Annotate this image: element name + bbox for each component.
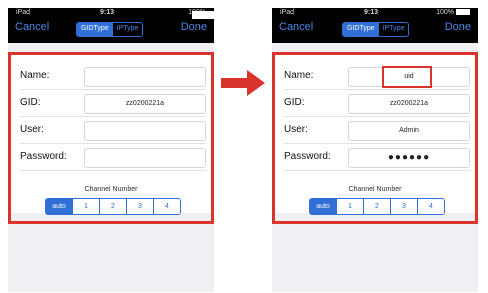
status-carrier: iPad — [280, 9, 295, 16]
type-segmented-control[interactable]: GIDType IPType — [342, 22, 410, 37]
segment-gidtype[interactable]: GIDType — [77, 23, 113, 36]
status-battery: 100% — [436, 9, 470, 16]
segment-gidtype[interactable]: GIDType — [343, 23, 379, 36]
nav-bar: Cancel GIDType IPType Done — [8, 18, 214, 40]
cancel-button[interactable]: Cancel — [15, 21, 49, 33]
left-ipad-screen: iPad 9:13 100% Cancel GIDType IPType Don… — [8, 8, 214, 292]
segment-iptype[interactable]: IPType — [378, 23, 409, 36]
done-button[interactable]: Done — [181, 21, 207, 33]
status-time: 9:13 — [100, 9, 115, 16]
battery-icon — [456, 9, 470, 16]
nav-bar: Cancel GIDType IPType Done — [272, 18, 478, 40]
arrow-right-icon — [221, 70, 265, 96]
segment-iptype[interactable]: IPType — [112, 23, 143, 36]
status-time: 9:13 — [364, 9, 379, 16]
type-segmented-control[interactable]: GIDType IPType — [76, 22, 144, 37]
highlight-box-name-field — [382, 66, 432, 88]
done-button[interactable]: Done — [445, 21, 471, 33]
status-carrier: iPad — [16, 9, 31, 16]
right-ipad-screen: iPad 9:13 100% Cancel GIDType IPType Don… — [272, 8, 478, 292]
highlight-box-form — [8, 52, 214, 224]
cancel-button[interactable]: Cancel — [279, 21, 313, 33]
highlight-box-form — [272, 52, 478, 224]
